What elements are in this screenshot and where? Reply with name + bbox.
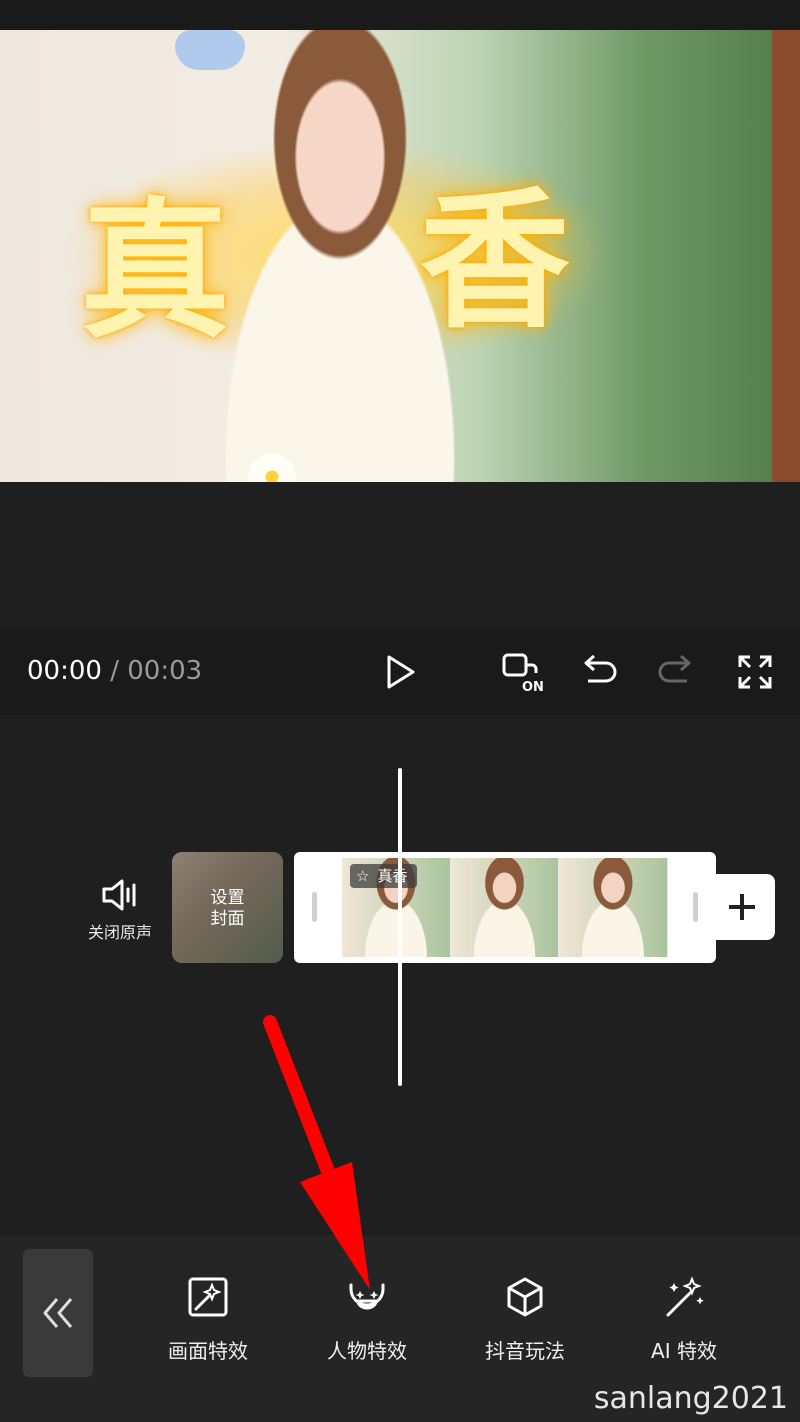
image-effect-icon	[188, 1277, 228, 1317]
cube-icon	[507, 1277, 543, 1317]
clip-trim-handle-left[interactable]	[312, 892, 317, 922]
add-clip-button[interactable]	[709, 874, 775, 940]
tool-label: AI 特效	[651, 1339, 717, 1363]
time-separator: /	[110, 656, 119, 686]
star-icon: ☆	[356, 867, 370, 885]
effect-tag[interactable]: ☆ 真香	[350, 864, 418, 888]
play-icon	[387, 655, 415, 689]
tool-label: 人物特效	[327, 1339, 407, 1363]
fullscreen-button[interactable]	[730, 647, 780, 697]
window-frame	[772, 30, 800, 482]
fullscreen-icon	[738, 655, 772, 689]
double-chevron-left-icon	[43, 1298, 73, 1328]
redo-icon	[658, 654, 691, 683]
hair-bow	[175, 30, 245, 70]
undo-button[interactable]	[574, 647, 624, 697]
tool-label: 抖音玩法	[485, 1339, 565, 1363]
speaker-icon	[102, 879, 136, 911]
video-clip[interactable]: ☆ 真香	[294, 852, 716, 963]
status-bar	[0, 0, 800, 30]
flower-decoration	[232, 444, 312, 482]
hd-toggle-button[interactable]: ON	[498, 647, 548, 697]
time-display: 00:00 / 00:03	[27, 655, 202, 687]
playhead[interactable]	[398, 768, 402, 1086]
clip-frame	[559, 858, 669, 957]
watermark: sanlang2021	[593, 1381, 788, 1416]
cover-label: 设置 封面	[210, 888, 245, 929]
clip-trim-handle-right[interactable]	[693, 892, 698, 922]
face-effect-icon	[349, 1283, 385, 1310]
set-cover-button[interactable]: 设置 封面	[172, 852, 283, 963]
clip-frame	[450, 858, 560, 957]
timeline: 关闭原声 设置 封面 ☆ 真香	[0, 715, 800, 1235]
tool-douyin-play[interactable]: 抖音玩法	[470, 1275, 580, 1364]
total-time: 00:03	[127, 656, 203, 686]
tool-ai-effects[interactable]: AI 特效	[629, 1275, 739, 1364]
mute-original-audio-button[interactable]: 关闭原声	[80, 875, 160, 943]
tool-label: 画面特效	[168, 1339, 248, 1363]
play-button[interactable]	[375, 647, 425, 697]
current-time: 00:00	[27, 656, 102, 686]
hd-on-icon: ON	[502, 653, 544, 695]
mute-label: 关闭原声	[87, 923, 152, 942]
undo-icon	[584, 654, 617, 683]
back-button[interactable]	[23, 1249, 93, 1377]
tool-image-effects[interactable]: 画面特效	[153, 1275, 263, 1364]
magic-wand-icon	[666, 1276, 704, 1317]
video-preview[interactable]: 真 香	[0, 30, 800, 482]
redo-button[interactable]	[651, 647, 701, 697]
person-figure	[150, 30, 530, 482]
tool-person-effects[interactable]: 人物特效	[312, 1275, 422, 1364]
playback-controls: 00:00 / 00:03 ON	[0, 627, 800, 715]
effect-tag-label: 真香	[377, 867, 408, 885]
hd-on-text: ON	[522, 680, 544, 695]
